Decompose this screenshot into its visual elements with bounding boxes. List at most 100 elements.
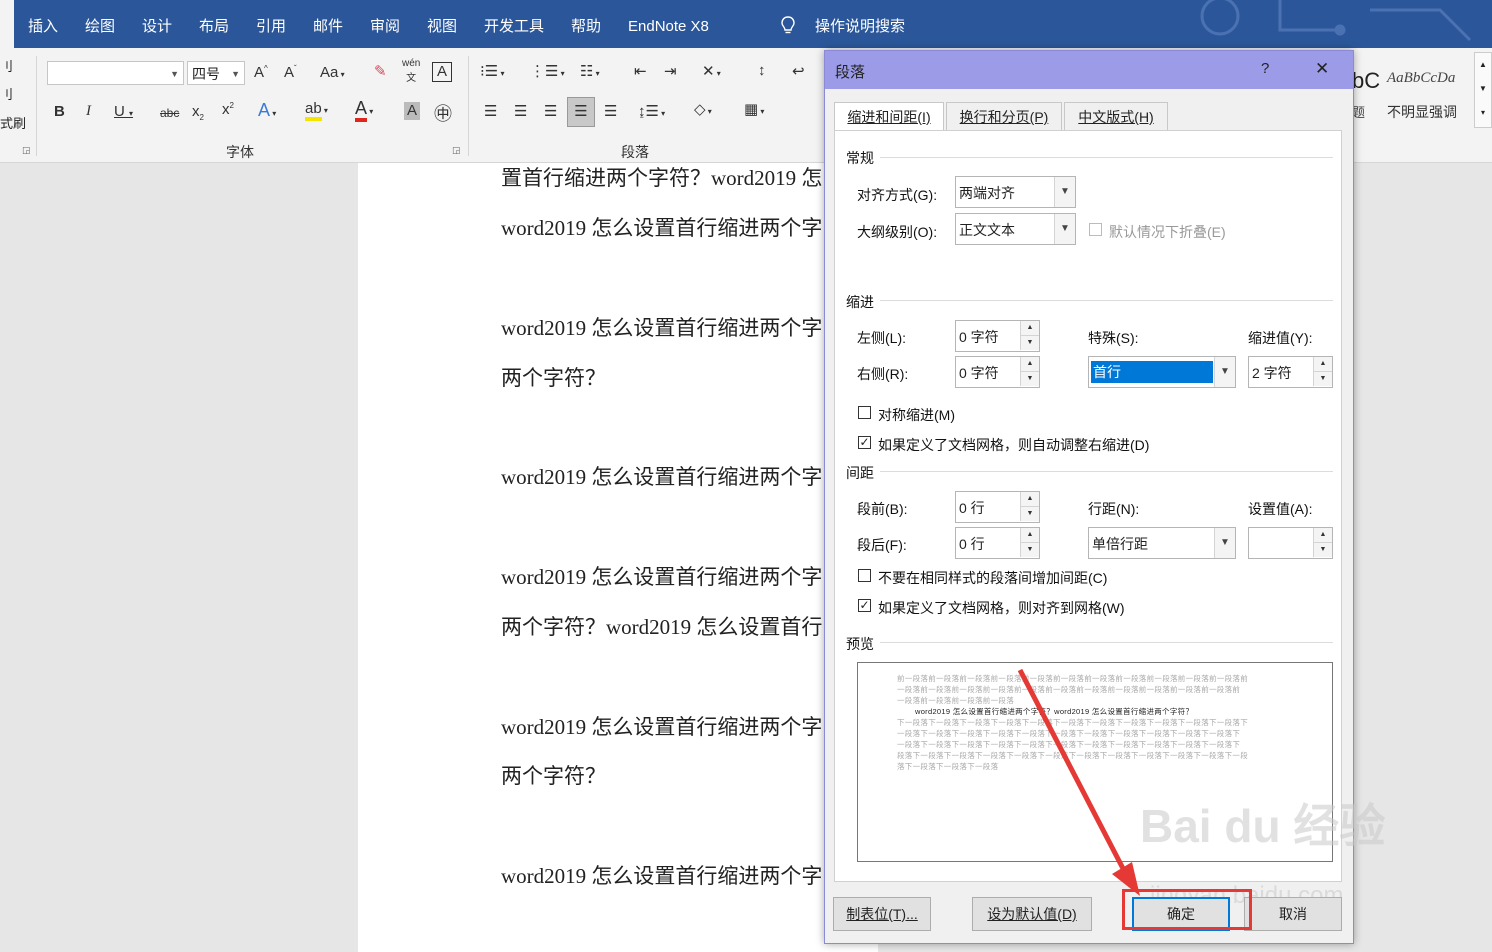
subscript-icon[interactable]: x2 xyxy=(192,103,204,122)
help-button[interactable]: ? xyxy=(1261,60,1269,77)
decrease-indent-icon[interactable]: ⇤ xyxy=(634,62,647,80)
underline-icon[interactable]: U ▾ xyxy=(114,103,133,120)
indent-left-spinner[interactable]: 0 字符 ▲ ▼ xyxy=(955,320,1040,352)
tab-design[interactable]: 设计 xyxy=(142,0,172,48)
tabs-button[interactable]: 制表位(T)... xyxy=(833,897,931,931)
spin-up-icon[interactable]: ▲ xyxy=(1020,492,1039,507)
align-left-icon[interactable]: ☰ xyxy=(484,102,497,120)
sort-icon[interactable]: ↕ xyxy=(758,62,766,79)
set-default-button[interactable]: 设为默认值(D) xyxy=(972,897,1092,931)
alignment-label: 对齐方式(G): xyxy=(857,187,938,203)
bold-icon[interactable]: B xyxy=(54,103,65,120)
indent-right-spinner[interactable]: 0 字符 ▲ ▼ xyxy=(955,356,1040,388)
spin-down-icon[interactable]: ▼ xyxy=(1020,336,1039,350)
spin-up-icon[interactable]: ▲ xyxy=(1313,357,1332,372)
character-border-icon[interactable]: A xyxy=(432,62,452,82)
shading-icon[interactable]: ◇ ▾ xyxy=(694,100,712,118)
tab-insert[interactable]: 插入 xyxy=(28,0,58,48)
borders-icon[interactable]: ▦ ▾ xyxy=(744,100,764,118)
tab-line-page-breaks[interactable]: 换行和分页(P) xyxy=(946,102,1062,131)
style-sample-subtle-emphasis[interactable]: AaBbCcDa xyxy=(1387,70,1455,87)
tab-layout[interactable]: 布局 xyxy=(199,0,229,48)
tell-me-search[interactable]: 操作说明搜索 xyxy=(815,0,905,48)
spin-down-icon[interactable]: ▼ xyxy=(1313,372,1332,386)
enclose-characters-icon[interactable]: ㊥ xyxy=(434,100,452,126)
section-indent: 缩进 xyxy=(846,294,874,310)
multilevel-list-icon[interactable]: ☷ ▾ xyxy=(580,62,600,80)
bullets-icon[interactable]: ⁝☰ ▾ xyxy=(480,62,504,80)
dialog-titlebar[interactable]: 段落 ? ✕ xyxy=(825,51,1353,89)
document-page[interactable] xyxy=(358,163,878,952)
clipboard-cut-partial[interactable]: 刂 xyxy=(0,56,13,75)
align-right-icon[interactable]: ☰ xyxy=(544,102,557,120)
clear-formatting-icon[interactable]: ✎ xyxy=(374,62,387,80)
snap-to-grid-checkbox[interactable]: ✓ xyxy=(858,599,871,612)
tab-endnote[interactable]: EndNote X8 xyxy=(628,0,709,48)
auto-adjust-right-checkbox[interactable]: ✓ xyxy=(858,436,871,449)
clipboard-copy-partial[interactable]: 刂 xyxy=(0,84,13,103)
text-effects-icon[interactable]: A ▾ xyxy=(258,100,276,121)
tab-developer[interactable]: 开发工具 xyxy=(484,0,544,48)
chevron-down-icon: ▼ xyxy=(170,69,179,79)
font-size-combo[interactable]: 四号 ▼ xyxy=(187,61,245,85)
show-marks-icon[interactable]: ↩ xyxy=(792,62,805,80)
highlight-color-icon[interactable]: ab ▾ xyxy=(305,100,328,121)
spin-down-icon[interactable]: ▼ xyxy=(1020,372,1039,386)
styles-scroll[interactable]: ▲ ▼ ▾ xyxy=(1474,52,1492,128)
grow-font-icon[interactable]: A^ xyxy=(254,64,268,81)
align-center-icon[interactable]: ☰ xyxy=(514,102,527,120)
indent-by-spinner[interactable]: 2 字符 ▲ ▼ xyxy=(1248,356,1333,388)
phonetic-guide-icon[interactable]: wén 文 xyxy=(402,58,420,84)
line-spacing-icon[interactable]: ↨☰ ▾ xyxy=(638,102,665,120)
special-indent-select[interactable]: 首行 ▼ xyxy=(1088,356,1236,388)
font-color-icon[interactable]: A ▾ xyxy=(355,98,373,122)
tab-indent-spacing[interactable]: 缩进和间距(I) xyxy=(834,102,944,132)
mirror-indent-checkbox[interactable] xyxy=(858,406,871,419)
chevron-down-icon: ▼ xyxy=(1214,357,1235,387)
tab-review[interactable]: 审阅 xyxy=(370,0,400,48)
change-case-icon[interactable]: Aa ▾ xyxy=(320,64,345,81)
spin-down-icon[interactable]: ▼ xyxy=(1020,543,1039,557)
spacing-at-spinner[interactable]: ▲ ▼ xyxy=(1248,527,1333,559)
spin-down-icon[interactable]: ▼ xyxy=(1313,543,1332,557)
font-name-combo[interactable]: ▼ xyxy=(47,61,184,85)
no-space-same-style-checkbox[interactable] xyxy=(858,569,871,582)
tab-draw[interactable]: 绘图 xyxy=(85,0,115,48)
superscript-icon[interactable]: x2 xyxy=(222,101,234,118)
tab-asian-typography[interactable]: 中文版式(H) xyxy=(1064,102,1168,131)
cancel-button[interactable]: 取消 xyxy=(1244,897,1342,931)
format-painter-partial[interactable]: 式刷 xyxy=(0,113,26,132)
distributed-icon[interactable]: ☰ xyxy=(604,102,617,120)
justify-icon[interactable]: ☰ xyxy=(567,97,595,127)
outline-level-select[interactable]: 正文文本 ▼ xyxy=(955,213,1076,245)
spin-up-icon[interactable]: ▲ xyxy=(1020,357,1039,372)
spin-down-icon[interactable]: ▼ xyxy=(1020,507,1039,521)
indent-left-label: 左侧(L): xyxy=(857,330,906,346)
style-sample-heading[interactable]: bC xyxy=(1352,68,1380,94)
line-spacing-select[interactable]: 单倍行距 ▼ xyxy=(1088,527,1236,559)
space-before-spinner[interactable]: 0 行 ▲ ▼ xyxy=(955,491,1040,523)
space-after-spinner[interactable]: 0 行 ▲ ▼ xyxy=(955,527,1040,559)
italic-icon[interactable]: I xyxy=(86,103,91,120)
tab-help[interactable]: 帮助 xyxy=(571,0,601,48)
indent-right-label: 右侧(R): xyxy=(857,366,909,382)
character-shading-icon[interactable]: A xyxy=(404,102,420,120)
chinese-layout-icon[interactable]: ✕ ▾ xyxy=(702,62,721,80)
spin-up-icon[interactable]: ▲ xyxy=(1020,321,1039,336)
increase-indent-icon[interactable]: ⇥ xyxy=(664,62,677,80)
tab-mailings[interactable]: 邮件 xyxy=(313,0,343,48)
spin-up-icon[interactable]: ▲ xyxy=(1020,528,1039,543)
clipboard-launcher-icon[interactable]: ◲ xyxy=(22,145,31,156)
numbering-icon[interactable]: ⋮☰ ▾ xyxy=(530,62,565,80)
alignment-value: 两端对齐 xyxy=(959,185,1015,201)
strikethrough-icon[interactable]: abc xyxy=(160,106,179,120)
tab-label: 换行和分页(P) xyxy=(959,109,1049,125)
doc-line: word2019 怎么设置首行缩进两个字符？ xyxy=(501,715,823,739)
alignment-select[interactable]: 两端对齐 ▼ xyxy=(955,176,1076,208)
close-icon[interactable]: ✕ xyxy=(1315,59,1329,79)
tab-view[interactable]: 视图 xyxy=(427,0,457,48)
shrink-font-icon[interactable]: Aˇ xyxy=(284,64,297,81)
font-launcher-icon[interactable]: ◲ xyxy=(452,145,461,156)
tab-references[interactable]: 引用 xyxy=(256,0,286,48)
spin-up-icon[interactable]: ▲ xyxy=(1313,528,1332,543)
